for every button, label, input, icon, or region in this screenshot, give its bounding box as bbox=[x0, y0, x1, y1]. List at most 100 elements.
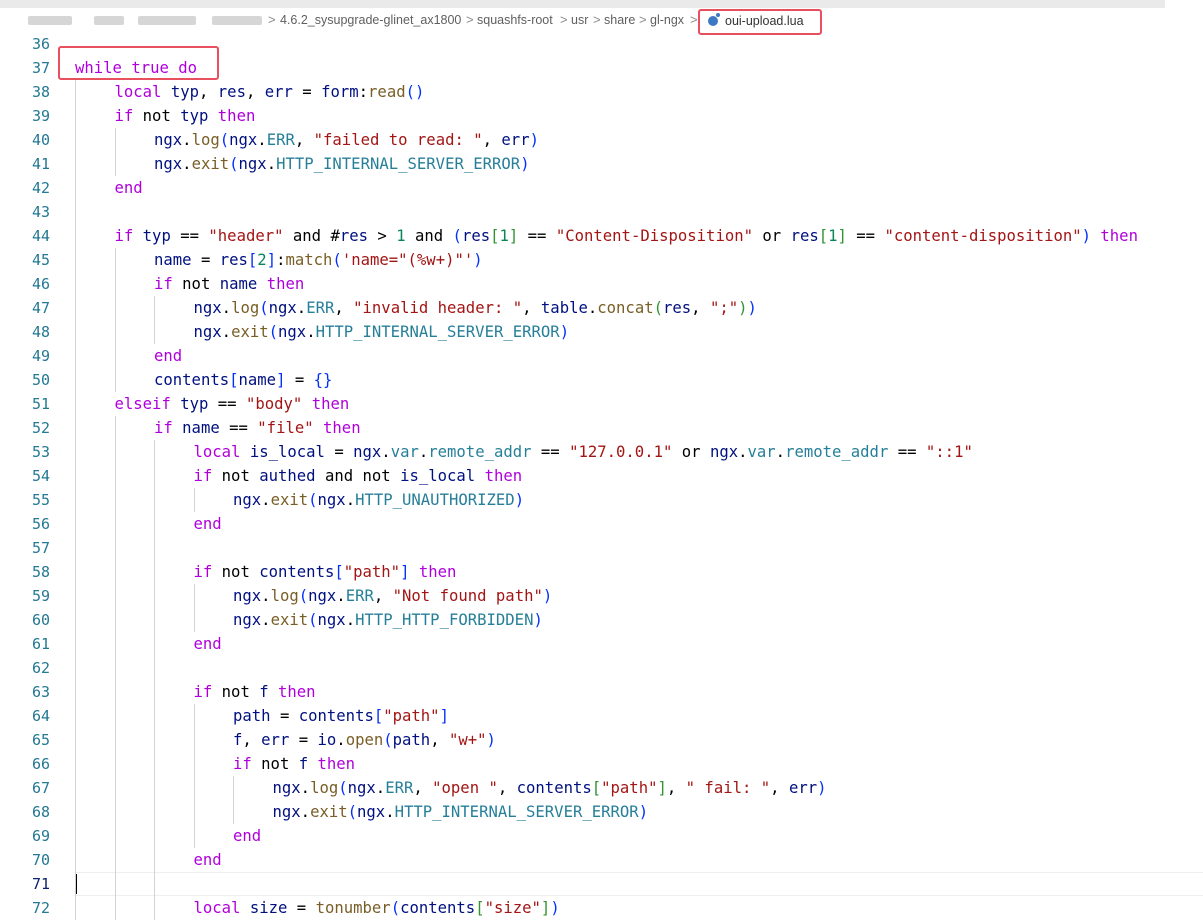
code-line[interactable]: 51 elseif typ == "body" then bbox=[0, 392, 1203, 416]
code-token: end bbox=[114, 179, 143, 197]
code-line[interactable]: 47 ngx.log(ngx.ERR, "invalid header: ", t… bbox=[0, 296, 1203, 320]
code-line[interactable]: 64 path = contents["path"] bbox=[0, 704, 1203, 728]
code-token: err bbox=[261, 731, 290, 749]
code-token: res bbox=[217, 83, 246, 101]
line-number: 48 bbox=[31, 323, 50, 341]
code-token: , bbox=[691, 299, 710, 317]
code-token: ( bbox=[390, 899, 401, 917]
code-line[interactable]: 45 name = res[2]:match('name="(%w+)"') bbox=[0, 248, 1203, 272]
code-token: ] bbox=[837, 227, 847, 245]
code-token: exit bbox=[270, 611, 309, 629]
code-line[interactable]: 46 if not name then bbox=[0, 272, 1203, 296]
code-line[interactable]: 66 if not f then bbox=[0, 752, 1203, 776]
code-token: contents bbox=[154, 371, 230, 389]
code-token: res bbox=[339, 227, 369, 245]
code-line[interactable]: 63 if not f then bbox=[0, 680, 1203, 704]
code-line[interactable]: 48 ngx.exit(ngx.HTTP_INTERNAL_SERVER_ERRO… bbox=[0, 320, 1203, 344]
code-token: "file" bbox=[257, 419, 314, 437]
code-line[interactable]: 54 if not authed and not is_local then bbox=[0, 464, 1203, 488]
code-token: [ bbox=[229, 371, 239, 389]
code-line[interactable]: 70 end bbox=[0, 848, 1203, 872]
annotation-highlight-box bbox=[58, 46, 219, 80]
code-token: == bbox=[888, 443, 926, 461]
code-token: ngx bbox=[193, 323, 222, 341]
code-line[interactable]: 43 bbox=[0, 200, 1203, 224]
code-line[interactable]: 58 if not contents["path"] then bbox=[0, 560, 1203, 584]
code-token: == bbox=[170, 227, 209, 245]
code-line[interactable]: 67 ngx.log(ngx.ERR, "open ", contents["pa… bbox=[0, 776, 1203, 800]
code-line[interactable]: 44 if typ == "header" and #res > 1 and (r… bbox=[0, 224, 1203, 248]
code-token: end bbox=[193, 635, 222, 653]
code-token: HTTP_INTERNAL_SERVER_ERROR bbox=[276, 155, 521, 173]
code-text: ngx.log(ngx.ERR, "Not found path") bbox=[233, 584, 552, 608]
code-token: ] bbox=[508, 227, 519, 245]
code-token: then bbox=[418, 563, 457, 581]
code-line[interactable]: 62 bbox=[0, 656, 1203, 680]
code-line[interactable]: 57 bbox=[0, 536, 1203, 560]
line-number: 43 bbox=[31, 203, 50, 221]
breadcrumb-item-usr[interactable]: usr bbox=[571, 13, 588, 27]
code-token: and not bbox=[315, 467, 401, 485]
code-token: , bbox=[430, 731, 449, 749]
code-token: local bbox=[193, 443, 241, 461]
code-line[interactable]: 59 ngx.log(ngx.ERR, "Not found path") bbox=[0, 584, 1203, 608]
code-token: . bbox=[345, 491, 356, 509]
code-token: . bbox=[257, 131, 267, 149]
breadcrumb-item-firmware[interactable]: 4.6.2_sysupgrade-glinet_ax1800 bbox=[280, 13, 461, 27]
code-line[interactable]: 55 ngx.exit(ngx.HTTP_UNAUTHORIZED) bbox=[0, 488, 1203, 512]
code-text: local typ, res, err = form:read() bbox=[115, 80, 425, 104]
code-line[interactable]: 71 bbox=[0, 872, 1203, 896]
indent-guide bbox=[75, 80, 76, 920]
code-line[interactable]: 41 ngx.exit(ngx.HTTP_INTERNAL_SERVER_ERRO… bbox=[0, 152, 1203, 176]
code-token: [ bbox=[247, 251, 258, 269]
code-line[interactable]: 52 if name == "file" then bbox=[0, 416, 1203, 440]
code-line[interactable]: 38 local typ, res, err = form:read() bbox=[0, 80, 1203, 104]
code-token: , bbox=[334, 299, 354, 317]
line-number: 67 bbox=[31, 779, 50, 797]
code-line[interactable]: 53 local is_local = ngx.var.remote_addr =… bbox=[0, 440, 1203, 464]
breadcrumb-item-share[interactable]: share bbox=[604, 13, 635, 27]
code-line[interactable]: 49 end bbox=[0, 344, 1203, 368]
code-line[interactable]: 42 end bbox=[0, 176, 1203, 200]
code-token: "Content-Disposition" bbox=[555, 227, 753, 245]
code-line[interactable]: 65 f, err = io.open(path, "w+") bbox=[0, 728, 1203, 752]
code-token: . bbox=[261, 587, 271, 605]
code-line[interactable]: 61 end bbox=[0, 632, 1203, 656]
code-line[interactable]: 69 end bbox=[0, 824, 1203, 848]
code-token: > bbox=[368, 227, 397, 245]
code-token: var bbox=[390, 443, 419, 461]
code-token: end bbox=[154, 347, 183, 365]
code-line[interactable]: 56 end bbox=[0, 512, 1203, 536]
code-token: name bbox=[154, 251, 192, 269]
code-line[interactable]: 39 if not typ then bbox=[0, 104, 1203, 128]
line-number: 70 bbox=[31, 851, 50, 869]
code-token: path bbox=[392, 731, 431, 749]
code-line[interactable]: 40 ngx.log(ngx.ERR, "failed to read: ", e… bbox=[0, 128, 1203, 152]
code-text: end bbox=[115, 176, 143, 200]
line-number: 60 bbox=[31, 611, 50, 629]
breadcrumb-item-gl-ngx[interactable]: gl-ngx bbox=[650, 13, 684, 27]
code-line[interactable]: 60 ngx.exit(ngx.HTTP_HTTP_FORBIDDEN) bbox=[0, 608, 1203, 632]
code-token: ) bbox=[747, 299, 757, 317]
code-text: ngx.log(ngx.ERR, "invalid header: ", tab… bbox=[194, 296, 757, 320]
breadcrumb-separator: > bbox=[560, 12, 568, 27]
line-number: 63 bbox=[31, 683, 50, 701]
code-token: [ bbox=[490, 227, 500, 245]
code-line[interactable]: 68 ngx.exit(ngx.HTTP_INTERNAL_SERVER_ERRO… bbox=[0, 800, 1203, 824]
breadcrumb-item-squashfs-root[interactable]: squashfs-root bbox=[477, 13, 553, 27]
code-token: table bbox=[540, 299, 588, 317]
code-text: name = res[2]:match('name="(%w+)"') bbox=[154, 248, 483, 272]
code-token: concat bbox=[597, 299, 654, 317]
code-line[interactable]: 72 local size = tonumber(contents["size"]… bbox=[0, 896, 1203, 920]
code-token: == bbox=[846, 227, 885, 245]
code-editor[interactable]: 36 37 while true do 38 local typ, res, err =… bbox=[0, 32, 1203, 920]
code-token: ( bbox=[332, 251, 342, 269]
blurred-crumb bbox=[94, 16, 124, 25]
line-number: 55 bbox=[31, 491, 50, 509]
code-token: . bbox=[587, 299, 598, 317]
code-line[interactable]: 50 contents[name] = {} bbox=[0, 368, 1203, 392]
code-token: ( bbox=[653, 299, 663, 317]
line-number: 44 bbox=[31, 227, 50, 245]
line-number: 66 bbox=[31, 755, 50, 773]
